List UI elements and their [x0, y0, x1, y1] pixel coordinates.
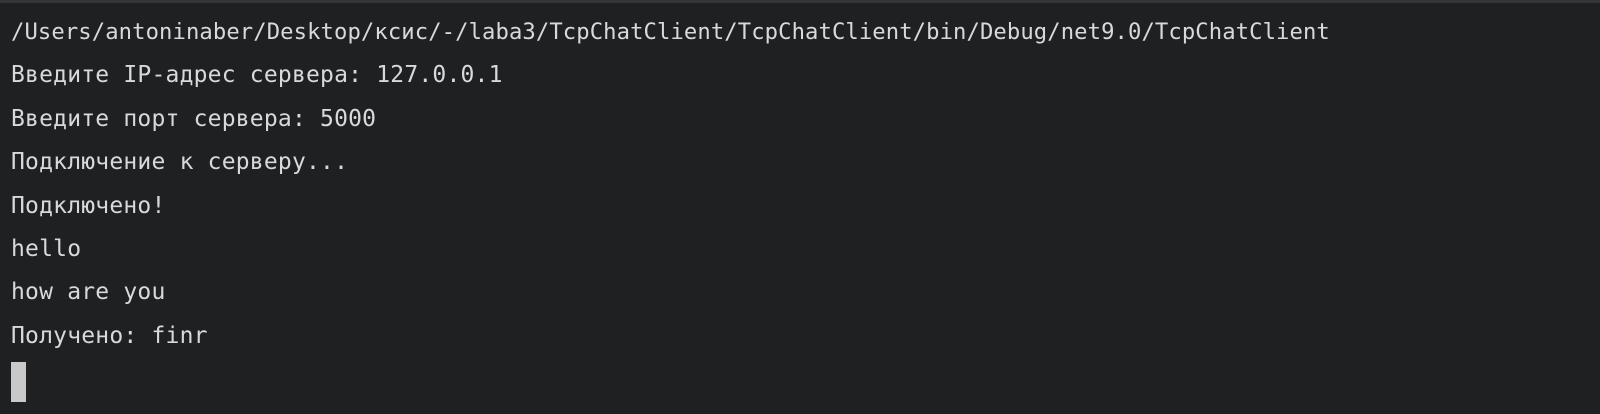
text-cursor[interactable]: [11, 361, 26, 402]
user-message-line: how are you: [11, 279, 166, 306]
prompt-port-line: Введите порт сервера: 5000: [11, 105, 377, 132]
user-message-line: hello: [11, 235, 82, 262]
terminal-window[interactable]: /Users/antoninaber/Desktop/ксис/-/laba3/…: [0, 0, 1600, 414]
received-message-line: Получено: finr: [11, 322, 208, 349]
connecting-status-line: Подключение к серверу...: [11, 149, 349, 176]
top-border: [0, 0, 1600, 3]
connected-status-line: Подключено!: [11, 192, 166, 219]
executable-path-line: /Users/antoninaber/Desktop/ксис/-/laba3/…: [11, 19, 1330, 45]
terminal-input-line[interactable]: [11, 358, 1591, 402]
terminal-output: /Users/antoninaber/Desktop/ксис/-/laba3/…: [11, 11, 1591, 402]
prompt-ip-line: Введите IP-адрес сервера: 127.0.0.1: [11, 62, 503, 89]
